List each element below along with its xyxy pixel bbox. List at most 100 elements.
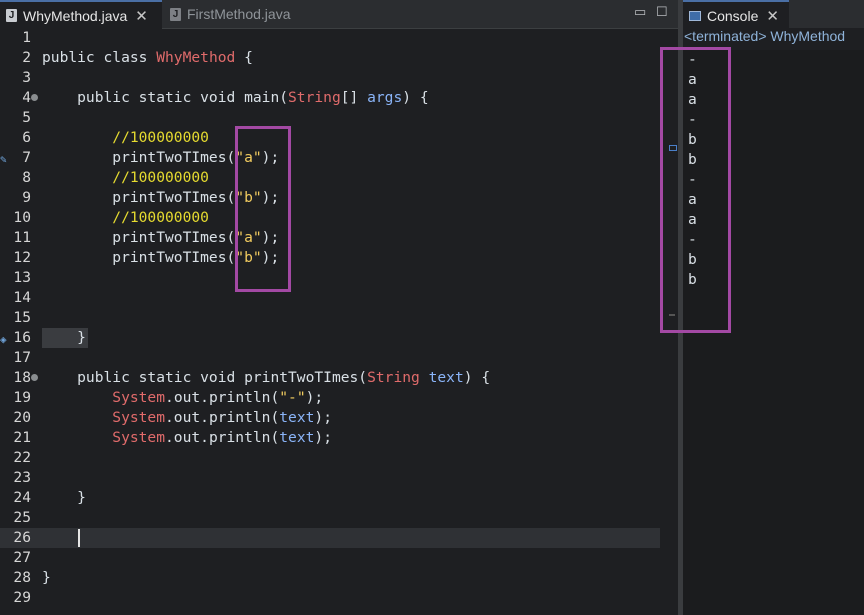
code-line[interactable]: 10 //100000000 bbox=[0, 208, 660, 228]
line-number: 23 bbox=[13, 469, 31, 486]
close-icon[interactable]: ✕ bbox=[766, 7, 779, 25]
code-line[interactable]: 6 //100000000 bbox=[0, 128, 660, 148]
line-number: 25 bbox=[13, 509, 31, 526]
edit-marker-icon: ✎ bbox=[0, 153, 7, 166]
code-token: //100000000 bbox=[42, 209, 209, 226]
code-line[interactable]: 16 ◈ } bbox=[0, 328, 660, 348]
code-token: printTwoTImes( bbox=[42, 149, 236, 166]
text-cursor bbox=[78, 529, 80, 547]
line-number: 14 bbox=[13, 289, 31, 306]
code-token: } bbox=[42, 489, 86, 506]
code-line[interactable]: 2 public class WhyMethod { bbox=[0, 48, 660, 68]
code-token: ); bbox=[305, 389, 324, 406]
code-token: String bbox=[288, 89, 341, 106]
code-text: //100000000 bbox=[42, 168, 209, 188]
code-token: } bbox=[42, 569, 51, 586]
code-text: } bbox=[42, 328, 86, 348]
line-number: 13 bbox=[13, 269, 31, 286]
line-number: 21 bbox=[13, 429, 31, 446]
code-line[interactable]: 12 printTwoTImes("b"); bbox=[0, 248, 660, 268]
code-line[interactable]: 22 bbox=[0, 448, 660, 468]
tab-firstmethod-java[interactable]: J FirstMethod.java bbox=[164, 0, 304, 28]
code-line[interactable]: 7 ✎ printTwoTImes("a"); bbox=[0, 148, 660, 168]
code-line[interactable]: 23 bbox=[0, 468, 660, 488]
code-line[interactable]: 24 } bbox=[0, 488, 660, 508]
code-text: } bbox=[42, 568, 51, 588]
code-token: text bbox=[279, 429, 315, 446]
code-token: .out.println( bbox=[165, 409, 280, 426]
code-line[interactable]: 8 //100000000 bbox=[0, 168, 660, 188]
tab-whymethod-java[interactable]: J WhyMethod.java ✕ bbox=[0, 0, 162, 29]
code-token: ); bbox=[314, 409, 332, 426]
code-token: ); bbox=[314, 429, 332, 446]
line-number: 26 bbox=[13, 529, 31, 546]
fold-icon[interactable] bbox=[31, 94, 38, 101]
code-token: "-" bbox=[279, 389, 306, 406]
tab-label: WhyMethod.java bbox=[23, 7, 128, 24]
editor-panel: J WhyMethod.java ✕ J FirstMethod.java ▭ … bbox=[0, 0, 678, 615]
code-token: [] bbox=[340, 89, 368, 106]
code-line[interactable]: 15 bbox=[0, 308, 660, 328]
code-token: public class bbox=[42, 49, 157, 66]
overview-marker bbox=[669, 145, 677, 151]
line-number: 22 bbox=[13, 449, 31, 466]
code-line[interactable]: 11 printTwoTImes("a"); bbox=[0, 228, 660, 248]
code-text: //100000000 bbox=[42, 208, 209, 228]
code-line[interactable]: 19 System.out.println("-"); bbox=[0, 388, 660, 408]
code-line[interactable]: 25 bbox=[0, 508, 660, 528]
code-token: ) { bbox=[402, 89, 429, 106]
highlight-box-arguments bbox=[235, 126, 291, 292]
close-icon[interactable]: ✕ bbox=[135, 7, 148, 25]
code-token: public static void printTwoTImes( bbox=[42, 369, 368, 386]
line-number: 10 bbox=[13, 209, 31, 226]
code-token: { bbox=[235, 49, 253, 66]
code-line[interactable]: 13 bbox=[0, 268, 660, 288]
line-number: 28 bbox=[13, 569, 31, 586]
code-text: public static void printTwoTImes(String … bbox=[42, 368, 490, 388]
line-number: 19 bbox=[13, 389, 31, 406]
code-line[interactable]: 9 printTwoTImes("b"); bbox=[0, 188, 660, 208]
line-number: 4 bbox=[22, 89, 31, 106]
code-line[interactable]: 29 bbox=[0, 588, 660, 608]
line-number: 17 bbox=[13, 349, 31, 366]
line-number: 15 bbox=[13, 309, 31, 326]
code-area[interactable]: 1 2 public class WhyMethod {3 4 public stat… bbox=[0, 28, 678, 615]
code-line[interactable]: 3 bbox=[0, 68, 660, 88]
code-text: System.out.println(text); bbox=[42, 428, 332, 448]
code-line[interactable]: 20 System.out.println(text); bbox=[0, 408, 660, 428]
code-line[interactable]: 18 public static void printTwoTImes(Stri… bbox=[0, 368, 660, 388]
code-line[interactable]: 14 bbox=[0, 288, 660, 308]
maximize-icon[interactable]: ☐ bbox=[656, 4, 668, 20]
code-line[interactable]: 21 System.out.println(text); bbox=[0, 428, 660, 448]
code-line[interactable]: 4 public static void main(String[] args)… bbox=[0, 88, 660, 108]
code-line[interactable]: 27 bbox=[0, 548, 660, 568]
code-line[interactable]: 5 bbox=[0, 108, 660, 128]
line-number: 3 bbox=[22, 69, 31, 86]
code-token: .out.println( bbox=[165, 429, 280, 446]
code-text: System.out.println("-"); bbox=[42, 388, 323, 408]
line-number: 29 bbox=[13, 589, 31, 606]
overview-marker bbox=[669, 314, 675, 316]
code-token: args bbox=[367, 89, 403, 106]
tab-label: FirstMethod.java bbox=[187, 6, 291, 22]
line-number: 20 bbox=[13, 409, 31, 426]
fold-icon[interactable] bbox=[31, 374, 38, 381]
code-token: System bbox=[42, 429, 166, 446]
minimize-icon[interactable]: ▭ bbox=[634, 4, 646, 20]
code-line[interactable]: 28} bbox=[0, 568, 660, 588]
console-tab-bar: Console ✕ bbox=[683, 0, 864, 29]
code-token: } bbox=[42, 329, 86, 346]
java-file-icon: J bbox=[6, 9, 17, 22]
tab-console[interactable]: Console ✕ bbox=[683, 0, 789, 29]
highlight-box-console-output bbox=[660, 47, 731, 333]
line-number: 1 bbox=[22, 29, 31, 46]
code-line[interactable]: 1 bbox=[0, 28, 660, 48]
code-token: //100000000 bbox=[42, 129, 209, 146]
code-token: printTwoTImes( bbox=[42, 249, 236, 266]
code-token: text bbox=[428, 369, 464, 386]
code-line[interactable]: 26 bbox=[0, 528, 660, 548]
code-line[interactable]: 17 bbox=[0, 348, 660, 368]
code-text: //100000000 bbox=[42, 128, 209, 148]
line-number: 12 bbox=[13, 249, 31, 266]
code-token: System bbox=[42, 409, 166, 426]
